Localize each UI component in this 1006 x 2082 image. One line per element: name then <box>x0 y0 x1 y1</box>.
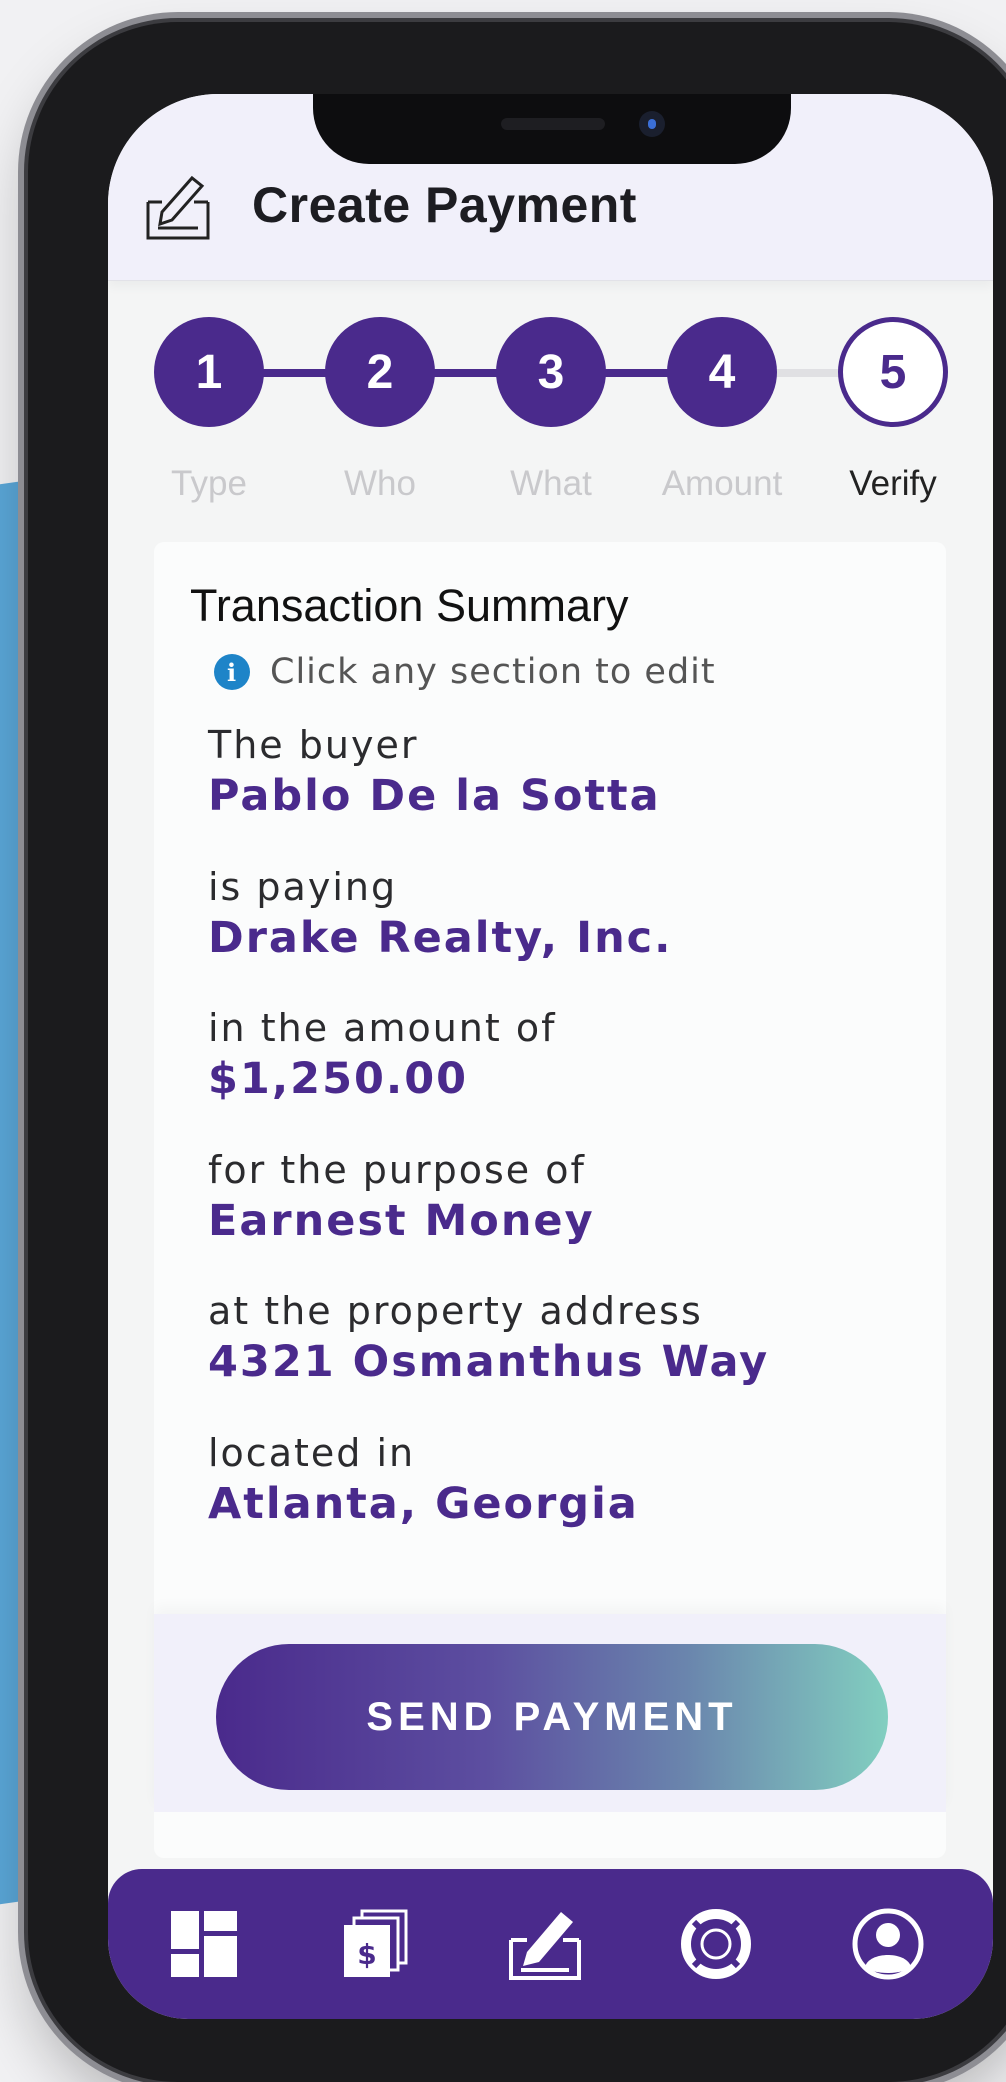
step-label-verify: Verify <box>849 464 937 503</box>
summary-row-amount[interactable]: in the amount of $1,250.00 <box>208 1005 557 1107</box>
phone-frame: Create Payment 1 2 3 4 5 Type Who What A… <box>28 22 1006 2082</box>
bottom-navigation: $ <box>108 1869 993 2019</box>
row-value: Drake Realty, Inc. <box>208 913 673 963</box>
page-title: Create Payment <box>252 177 637 233</box>
summary-row-purpose[interactable]: for the purpose of Earnest Money <box>208 1147 595 1249</box>
create-payment-icon[interactable] <box>505 1904 585 1984</box>
step-2-who[interactable]: 2 <box>325 317 435 427</box>
edit-hint: i Click any section to edit <box>214 652 716 692</box>
payments-icon[interactable]: $ <box>335 1904 415 1984</box>
row-label: for the purpose of <box>208 1148 586 1192</box>
row-value: Atlanta, Georgia <box>208 1479 639 1529</box>
profile-icon[interactable] <box>848 1904 928 1984</box>
row-value: 4321 Osmanthus Way <box>208 1337 770 1387</box>
summary-title: Transaction Summary <box>190 580 629 631</box>
step-label-type: Type <box>171 464 247 503</box>
step-5-verify[interactable]: 5 <box>838 317 948 427</box>
row-label: located in <box>208 1431 416 1475</box>
row-label: The buyer <box>208 723 419 767</box>
phone-notch <box>313 94 791 164</box>
support-icon[interactable] <box>676 1904 756 1984</box>
step-3-what[interactable]: 3 <box>496 317 606 427</box>
row-value: $1,250.00 <box>208 1054 469 1104</box>
app-screen: Create Payment 1 2 3 4 5 Type Who What A… <box>108 94 993 2019</box>
dashboard-icon[interactable] <box>164 1904 244 1984</box>
row-value: Earnest Money <box>208 1196 595 1246</box>
edit-form-icon <box>142 172 214 244</box>
summary-row-payee[interactable]: is paying Drake Realty, Inc. <box>208 864 673 966</box>
row-label: is paying <box>208 865 398 909</box>
step-label-amount: Amount <box>661 464 783 503</box>
step-label-what: What <box>510 464 592 503</box>
svg-text:$: $ <box>357 1938 376 1971</box>
summary-row-address[interactable]: at the property address 4321 Osmanthus W… <box>208 1288 769 1390</box>
step-4-amount[interactable]: 4 <box>667 317 777 427</box>
summary-row-buyer[interactable]: The buyer Pablo De la Sotta <box>208 722 661 824</box>
row-label: at the property address <box>208 1289 703 1333</box>
send-payment-button[interactable]: SEND PAYMENT <box>216 1644 888 1790</box>
speaker-grille <box>501 118 605 130</box>
summary-row-location[interactable]: located in Atlanta, Georgia <box>208 1430 639 1532</box>
transaction-summary-card: Transaction Summary i Click any section … <box>154 542 946 1858</box>
send-payment-footer: SEND PAYMENT <box>154 1614 946 1812</box>
step-label-who: Who <box>344 464 416 503</box>
edit-hint-text: Click any section to edit <box>270 652 716 692</box>
step-1-type[interactable]: 1 <box>154 317 264 427</box>
row-value: Pablo De la Sotta <box>208 771 661 821</box>
front-camera <box>639 111 665 137</box>
info-icon: i <box>214 654 250 690</box>
row-label: in the amount of <box>208 1006 557 1050</box>
